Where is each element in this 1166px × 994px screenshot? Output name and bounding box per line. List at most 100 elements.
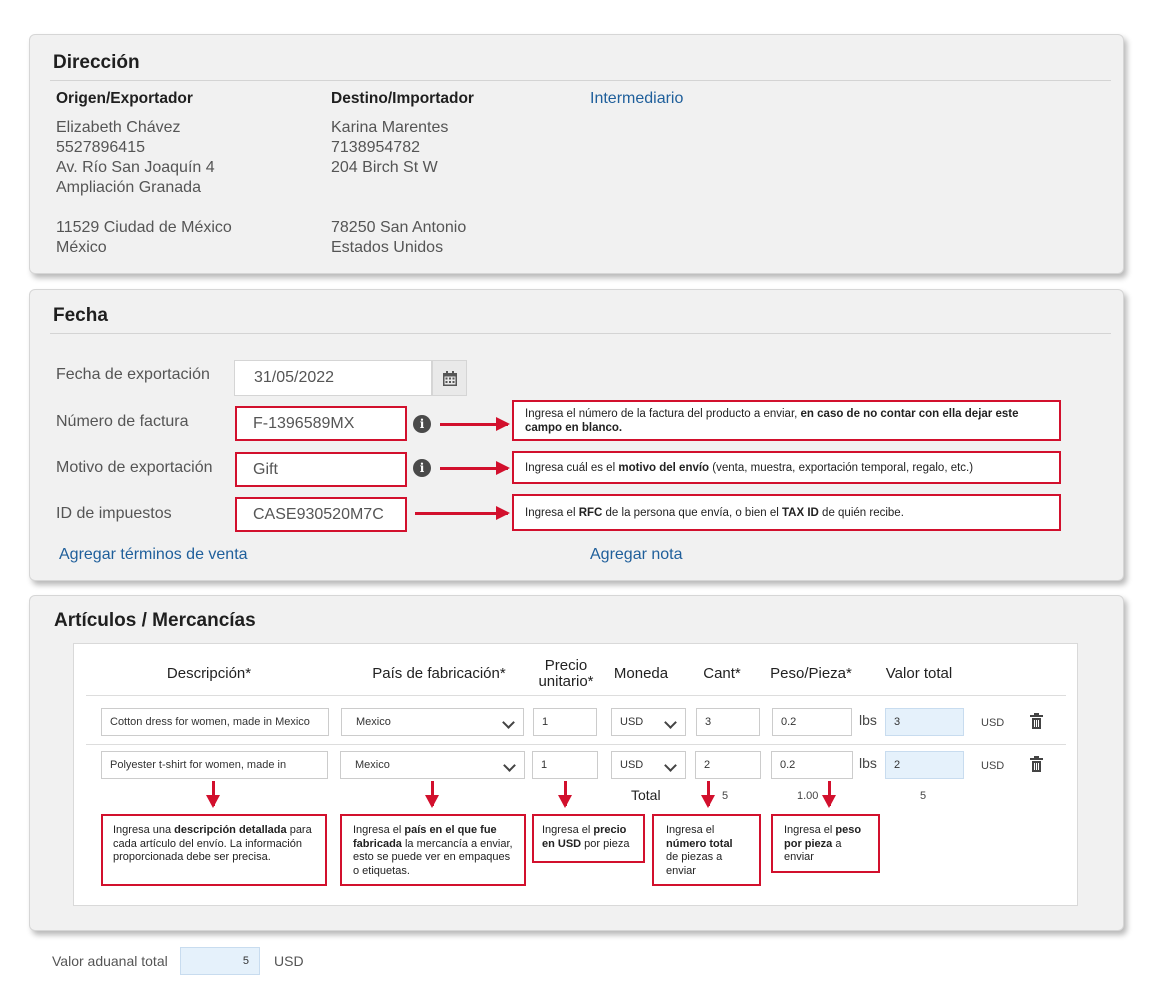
annotation-arrow [822,781,836,808]
invoice-input[interactable]: F-1396589MX [235,406,407,441]
trash-icon [1032,761,1041,772]
destino-address: Karina Marentes 7138954782 204 Birch St … [331,118,466,258]
invoice-tooltip: Ingresa el número de la factura del prod… [512,400,1061,441]
header-peso: Peso/Pieza* [770,665,852,682]
calendar-button[interactable] [432,360,467,396]
export-date-label: Fecha de exportación [56,366,210,383]
tax-id-tooltip: Ingresa el RFC de la persona que envía, … [512,494,1061,531]
header-valor: Valor total [885,665,953,682]
row1-weight-unit: lbs [859,712,877,728]
export-date-value: 31/05/2022 [254,369,335,386]
quantity-tooltip: Ingresa el número total de piezas a envi… [652,814,761,886]
annotation-arrow [425,781,439,808]
tax-id-label: ID de impuestos [56,505,172,522]
annotation-arrow [701,781,715,808]
row1-delete-button[interactable] [1030,713,1043,729]
origen-area: Ampliación Granada [56,179,201,196]
tax-id-input[interactable]: CASE930520M7C [235,497,407,532]
row1-country-select[interactable]: Mexico [341,708,524,736]
tax-id-value: CASE930520M7C [253,505,384,523]
divider [86,744,1066,745]
row2-total-field: 2 [885,751,964,779]
destino-zip-city: 78250 San Antonio [331,219,467,236]
divider [50,80,1111,81]
chevron-down-icon [502,716,515,729]
row1-total-unit: USD [981,717,1005,729]
customs-value-field: 5 [180,947,260,975]
reason-label: Motivo de exportación [56,459,213,476]
chevron-down-icon [503,759,516,772]
country-tooltip: Ingresa el país en el que fue fabricada … [340,814,526,886]
reason-value: Gift [253,460,278,478]
row2-country-select[interactable]: Mexico [340,751,525,779]
annotation-arrow [415,506,510,520]
destino-street: 204 Birch St W [331,159,438,176]
calendar-icon [443,371,457,386]
header-precio: Precio unitario* [538,657,594,690]
invoice-value: F-1396589MX [253,414,355,432]
row1-description-input[interactable]: Cotton dress for women, made in Mexico [101,708,329,736]
annotation-arrow [440,417,510,431]
reason-tooltip: Ingresa cuál es el motivo del envío (ven… [512,451,1061,484]
row2-qty-input[interactable]: 2 [695,751,761,779]
header-cant: Cant* [703,665,741,682]
chevron-down-icon [664,716,677,729]
origen-zip-city: 11529 Ciudad de México [56,219,232,236]
articulos-title: Artículos / Mercancías [54,610,256,631]
row2-price-input[interactable]: 1 [532,751,598,779]
destino-country: Estados Unidos [331,239,444,256]
info-icon[interactable]: i [413,415,431,433]
items-table-container: Descripción* País de fabricación* Precio… [73,643,1078,906]
trash-icon [1032,718,1041,729]
destino-phone: 7138954782 [331,139,420,156]
totals-qty: 5 [722,790,729,802]
invoice-label: Número de factura [56,413,189,430]
reason-input[interactable]: Gift [235,452,407,487]
divider [50,333,1111,334]
row2-weight-input[interactable]: 0.2 [771,751,853,779]
intermediario-link[interactable]: Intermediario [590,90,683,108]
row2-currency-select[interactable]: USD [611,751,686,779]
fecha-panel: Fecha Fecha de exportación 31/05/2022 Nú… [29,289,1124,581]
row1-total-field: 3 [885,708,964,736]
origen-country: México [56,239,107,256]
divider [86,695,1066,696]
row2-delete-button[interactable] [1030,756,1043,772]
row2-total-unit: USD [981,760,1005,772]
totals-value: 5 [920,790,927,802]
annotation-arrow [206,781,220,808]
price-tooltip: Ingresa el precio en USD por pieza [532,814,645,863]
customs-value-currency: USD [274,953,304,969]
description-tooltip: Ingresa una descripción detallada para c… [101,814,327,886]
articulos-panel: Artículos / Mercancías Descripción* País… [29,595,1124,931]
direccion-title: Dirección [53,52,140,73]
row2-description-input[interactable]: Polyester t-shirt for women, made in [101,751,328,779]
row1-weight-input[interactable]: 0.2 [772,708,852,736]
add-note-link[interactable]: Agregar nota [590,546,683,564]
header-moneda: Moneda [613,665,669,682]
row1-qty-input[interactable]: 3 [696,708,760,736]
origen-name: Elizabeth Chávez [56,119,181,136]
header-descripcion: Descripción* [166,665,252,682]
fecha-title: Fecha [53,305,108,326]
direccion-panel: Dirección Origen/Exportador Elizabeth Ch… [29,34,1124,274]
add-sale-terms-link[interactable]: Agregar términos de venta [59,546,248,564]
info-icon[interactable]: i [413,459,431,477]
destino-heading: Destino/Importador [331,90,474,107]
weight-tooltip: Ingresa el peso por pieza a enviar [771,814,880,873]
totals-weight: 1.00 [797,790,819,802]
origen-address: Elizabeth Chávez 5527896415 Av. Río San … [56,118,232,258]
row1-price-input[interactable]: 1 [533,708,597,736]
origen-street: Av. Río San Joaquín 4 [56,159,215,176]
annotation-arrow [440,461,510,475]
row2-weight-unit: lbs [859,755,877,771]
annotation-arrow [558,781,572,808]
header-pais: País de fabricación* [372,665,506,682]
origen-heading: Origen/Exportador [56,90,193,107]
export-date-input[interactable]: 31/05/2022 [234,360,432,396]
chevron-down-icon [664,759,677,772]
row1-currency-select[interactable]: USD [611,708,686,736]
destino-name: Karina Marentes [331,119,449,136]
totals-label: Total [631,787,661,803]
origen-phone: 5527896415 [56,139,145,156]
